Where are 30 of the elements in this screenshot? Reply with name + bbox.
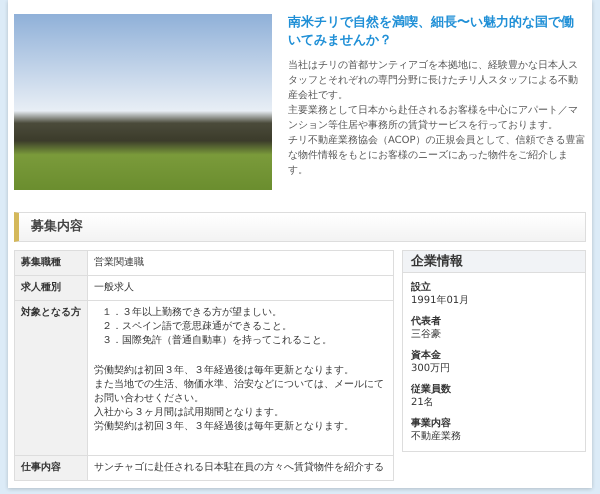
- intro-heading: 南米チリで自然を満喫、細長〜い魅力的な国で働いてみませんか？: [288, 14, 575, 50]
- table-label-cell: 求人種別: [14, 275, 88, 300]
- section-title: 募集内容: [14, 212, 586, 242]
- info-label: 資本金: [411, 348, 442, 362]
- info-label: 代表者: [411, 314, 442, 328]
- info-value: 300万円: [411, 362, 452, 374]
- note-line: また当地での生活、物価水準、治安などについては、メールにてお問い合わせください。: [94, 378, 385, 406]
- info-value: 1991年01月: [411, 294, 470, 306]
- card-title: 企業情報: [403, 250, 585, 272]
- table-label-cell: 仕事内容: [14, 455, 88, 480]
- requirement-item: ３．国際免許（普通自動車）を持ってこれること。: [101, 334, 333, 348]
- info-value: 不動産業務: [411, 430, 462, 442]
- intro-paragraph: チリ不動産業務協会（ACOP）の正規会員として、信頼できる豊富な物件情報をもとにお客様のニーズにあった物件をご紹介します。: [288, 134, 586, 178]
- cell-text: サンチャゴに赴任される日本駐在員の方々へ賃貸物件を紹介する: [94, 460, 385, 474]
- info-label: 設立: [411, 280, 432, 294]
- info-value: 三谷豪: [411, 328, 442, 340]
- cell-text: 営業関連職: [94, 256, 145, 270]
- info-label: 事業内容: [411, 416, 452, 430]
- info-label: 従業員数: [411, 382, 452, 396]
- table-label-cell: 募集職種: [14, 250, 88, 275]
- intro-paragraph: 主要業務として日本から赴任されるお客様を中心にアパート／マンション等住居や事務所の賃貸サービスを行っております。: [288, 104, 579, 133]
- note-line: 労働契約は初回３年、３年経過後は毎年更新となります。: [94, 420, 355, 434]
- table-label-cell: 対象となる方: [14, 300, 88, 455]
- note-line: 入社から３ヶ月間は試用期間となります。: [94, 406, 285, 420]
- cell-text: 一般求人: [94, 280, 135, 294]
- requirement-item: ２．スペイン語で意思疎通ができること。: [101, 320, 293, 334]
- requirement-item: １．３年以上勤務できる方が望ましい。: [101, 306, 283, 320]
- note-line: 労働契約は初回３年、３年経過後は毎年更新となります。: [94, 364, 355, 378]
- intro-paragraph: 当社はチリの首都サンティアゴを本拠地に、経験豊かな日本人スタッフとそれぞれの専門分野に長けたチリ人スタッフによる不動産会社です。: [288, 58, 579, 103]
- info-value: 21名: [411, 396, 435, 408]
